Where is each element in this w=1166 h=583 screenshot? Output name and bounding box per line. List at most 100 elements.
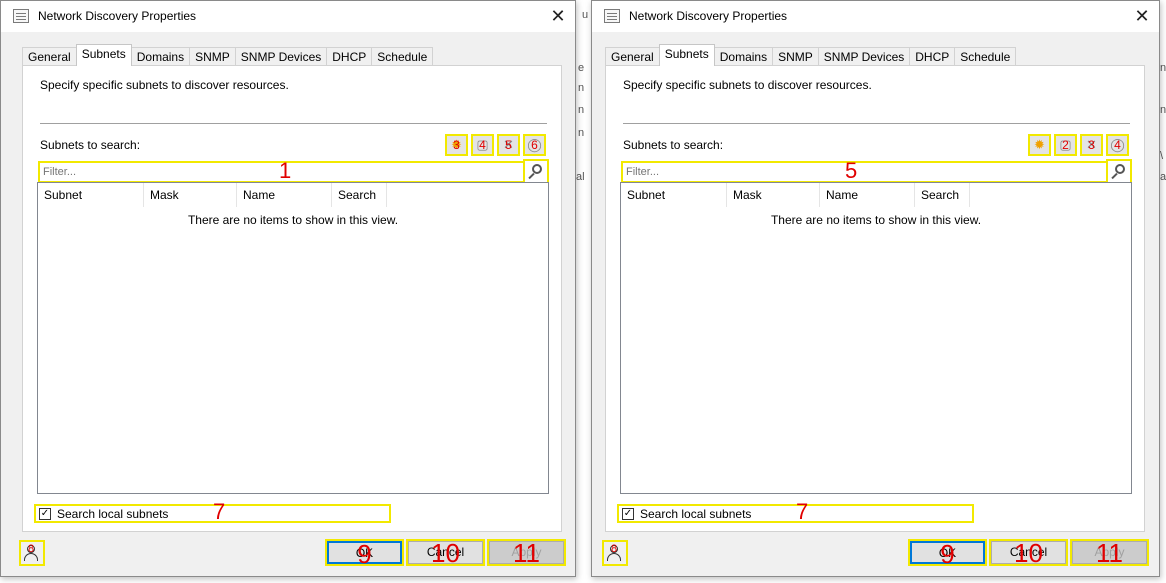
- marker-label: 6: [531, 138, 538, 152]
- tab-strip: General Subnets Domains SNMP SNMP Device…: [22, 44, 434, 66]
- search-local-subnets-row[interactable]: ✓ Search local subnets 7: [617, 500, 974, 524]
- marker-label: 10: [431, 538, 460, 568]
- separator: [40, 123, 547, 124]
- search-icon: [1115, 164, 1125, 174]
- tab-dhcp[interactable]: DHCP: [326, 47, 373, 66]
- cancel-button[interactable]: Cancel 10: [406, 538, 485, 568]
- close-icon[interactable]: ✕: [1131, 5, 1153, 27]
- tab-snmp-devices[interactable]: SNMP Devices: [234, 47, 328, 66]
- search-local-subnets-row[interactable]: ✓ Search local subnets 7: [34, 500, 391, 524]
- add-sun-icon: ✹: [1034, 137, 1045, 152]
- dialog-window-icon: [13, 9, 29, 23]
- new-subnet-button[interactable]: ✹: [1028, 134, 1051, 156]
- title-bar: Network Discovery Properties ✕: [592, 1, 1159, 32]
- background-fragment: n: [578, 127, 585, 139]
- subnets-list[interactable]: Subnet Mask Name Search There are no ite…: [37, 182, 549, 494]
- background-fragment: n: [1160, 62, 1166, 74]
- tab-subnets[interactable]: Subnets: [658, 44, 715, 66]
- tab-dhcp[interactable]: DHCP: [909, 47, 956, 66]
- security-user-button[interactable]: 8: [602, 540, 628, 566]
- column-header-search[interactable]: Search: [915, 183, 970, 207]
- tab-schedule[interactable]: Schedule: [954, 47, 1017, 66]
- background-fragment: u: [582, 9, 589, 21]
- subnets-panel: Specify specific subnets to discover res…: [22, 65, 562, 532]
- column-header-subnet[interactable]: Subnet: [621, 183, 727, 207]
- marker-label: 9: [357, 539, 372, 569]
- marker-label: 8: [611, 543, 618, 555]
- title-bar: Network Discovery Properties ✕: [1, 1, 575, 32]
- tab-snmp[interactable]: SNMP: [189, 47, 236, 66]
- tab-general[interactable]: General: [22, 47, 77, 66]
- marker-label: 3: [1088, 138, 1095, 152]
- column-header-subnet[interactable]: Subnet: [38, 183, 144, 207]
- dialog-title: Network Discovery Properties: [629, 9, 788, 23]
- tab-snmp-devices[interactable]: SNMP Devices: [817, 47, 911, 66]
- filter-input[interactable]: [621, 161, 1109, 183]
- edit-subnet-button[interactable]: ▢ 4: [471, 134, 494, 156]
- tab-general[interactable]: General: [605, 47, 660, 66]
- subnet-properties-button[interactable]: ◯ 6: [523, 134, 546, 156]
- background-fragment: al: [1160, 171, 1166, 183]
- dialog-window-icon: [604, 9, 620, 23]
- tab-snmp[interactable]: SNMP: [772, 47, 819, 66]
- ok-button[interactable]: OK 9: [908, 539, 987, 568]
- marker-label: 9: [940, 539, 955, 569]
- apply-button[interactable]: Apply 11: [1070, 538, 1149, 568]
- marker-label: 2: [1062, 138, 1069, 152]
- marker-label: 11: [1096, 538, 1123, 568]
- marker-label: 4: [1114, 138, 1121, 152]
- background-fragment: al: [576, 171, 585, 183]
- edit-subnet-button[interactable]: ▢ 2: [1054, 134, 1077, 156]
- subnets-label: Subnets to search:: [623, 138, 724, 152]
- column-header-name[interactable]: Name: [820, 183, 915, 207]
- checkmark-icon: ✓: [40, 508, 50, 519]
- subnets-list[interactable]: Subnet Mask Name Search There are no ite…: [620, 182, 1132, 494]
- background-fragment: n: [578, 82, 585, 94]
- column-header-name[interactable]: Name: [237, 183, 332, 207]
- search-local-subnets-checkbox[interactable]: ✓: [39, 508, 51, 520]
- search-local-subnets-label: Search local subnets: [57, 507, 169, 521]
- empty-list-message: There are no items to show in this view.: [187, 213, 399, 227]
- network-discovery-dialog-1: Network Discovery Properties ✕ General S…: [0, 0, 576, 577]
- apply-button[interactable]: Apply 11: [487, 538, 566, 568]
- background-fragment: \: [1160, 150, 1164, 162]
- new-subnet-button[interactable]: ✹ 3: [445, 134, 468, 156]
- search-local-subnets-checkbox[interactable]: ✓: [622, 508, 634, 520]
- panel-description: Specify specific subnets to discover res…: [40, 78, 289, 92]
- tab-strip: General Subnets Domains SNMP SNMP Device…: [605, 44, 1017, 66]
- ok-button[interactable]: OK 9: [325, 539, 404, 568]
- column-header-search[interactable]: Search: [332, 183, 387, 207]
- background-app-right: n n \ al: [1160, 0, 1166, 583]
- filter-input[interactable]: [38, 161, 526, 183]
- marker-label: 3: [453, 138, 460, 152]
- checkmark-icon: ✓: [623, 508, 633, 519]
- tab-domains[interactable]: Domains: [713, 47, 774, 66]
- marker-label: 10: [1014, 538, 1043, 568]
- network-discovery-dialog-2: Network Discovery Properties ✕ General S…: [591, 0, 1160, 577]
- subnets-label: Subnets to search:: [40, 138, 141, 152]
- column-header-mask[interactable]: Mask: [144, 183, 237, 207]
- marker-label: 7: [213, 499, 226, 524]
- dialog-title: Network Discovery Properties: [38, 9, 197, 23]
- background-app-middle: u e n n n al: [576, 0, 591, 583]
- marker-label: 8: [28, 543, 35, 555]
- subnet-properties-button[interactable]: ◯ 4: [1106, 134, 1129, 156]
- close-icon[interactable]: ✕: [547, 5, 569, 27]
- panel-description: Specify specific subnets to discover res…: [623, 78, 872, 92]
- tab-subnets[interactable]: Subnets: [75, 44, 132, 66]
- background-fragment: n: [578, 104, 585, 116]
- marker-label: 5: [505, 138, 512, 152]
- marker-label: 11: [513, 538, 540, 568]
- tab-schedule[interactable]: Schedule: [371, 47, 434, 66]
- delete-subnet-button[interactable]: ✕ 3: [1080, 134, 1103, 156]
- delete-subnet-button[interactable]: ✕ 5: [497, 134, 520, 156]
- marker-label: 7: [796, 499, 809, 524]
- search-icon: [532, 164, 542, 174]
- tab-domains[interactable]: Domains: [130, 47, 191, 66]
- security-user-button[interactable]: 8: [19, 540, 45, 566]
- cancel-button[interactable]: Cancel 10: [989, 538, 1068, 568]
- empty-list-message: There are no items to show in this view.: [770, 213, 982, 227]
- separator: [623, 123, 1130, 124]
- background-fragment: e: [578, 62, 585, 74]
- column-header-mask[interactable]: Mask: [727, 183, 820, 207]
